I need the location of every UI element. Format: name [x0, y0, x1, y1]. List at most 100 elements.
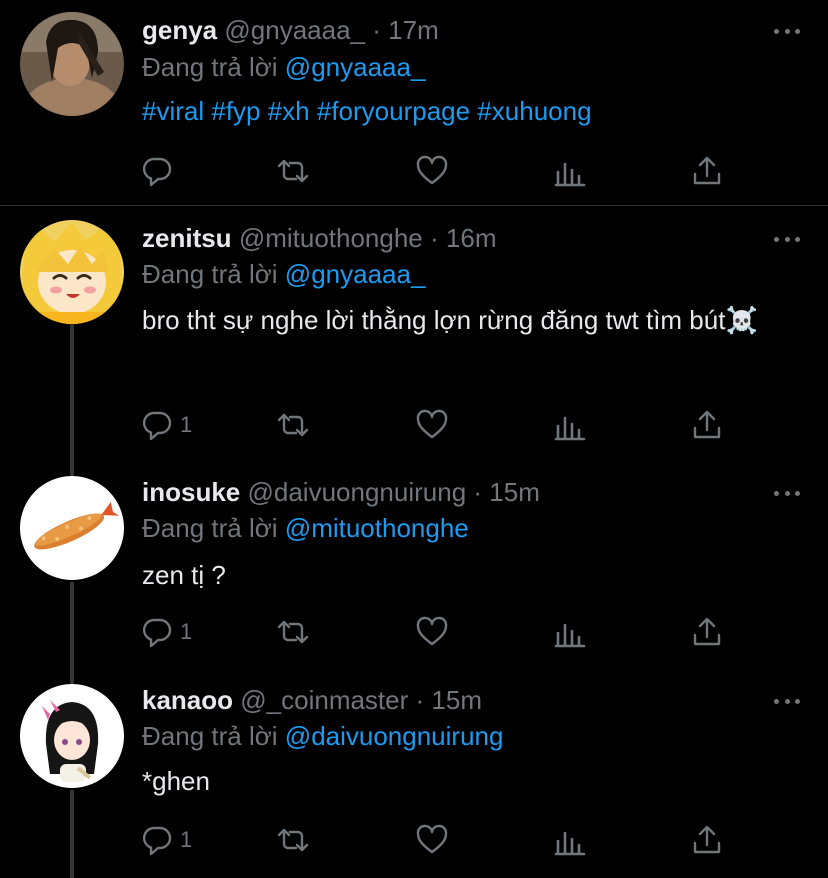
thread-line — [70, 582, 74, 686]
action-bar: 1 — [140, 822, 740, 858]
share-button[interactable] — [690, 153, 724, 189]
tweet-header: inosuke @daivuongnuirung · 15m — [142, 476, 540, 508]
reply-count: 1 — [180, 412, 193, 437]
action-bar: 1 — [140, 407, 740, 443]
share-icon — [690, 615, 724, 649]
reply-button[interactable] — [140, 153, 180, 189]
analytics-button[interactable] — [553, 153, 587, 189]
replying-prefix: Đang trả lời — [142, 721, 278, 751]
thread-line — [70, 674, 74, 684]
mention-link[interactable]: @gnyaaaa_ — [285, 259, 426, 289]
retweet-icon — [276, 615, 310, 649]
tweet-text[interactable]: bro tht sự nghe lời thằng lợn rừng đăng … — [142, 298, 782, 342]
reply-icon — [140, 154, 174, 188]
reply-icon — [140, 823, 174, 857]
avatar[interactable] — [20, 220, 124, 324]
analytics-button[interactable] — [553, 614, 587, 650]
tweet[interactable]: inosuke @daivuongnuirung · 15m Đang trả … — [0, 464, 828, 686]
replying-prefix: Đang trả lời — [142, 513, 278, 543]
replying-to: Đang trả lời @daivuongnuirung — [142, 720, 503, 752]
analytics-icon — [553, 408, 587, 442]
handle[interactable]: @daivuongnuirung — [247, 477, 466, 507]
handle[interactable]: @mituothonghe — [239, 223, 423, 253]
tweet[interactable]: zenitsu @mituothonghe · 16m Đang trả lời… — [0, 206, 828, 476]
replying-to: Đang trả lời @mituothonghe — [142, 512, 469, 544]
reply-count: 1 — [180, 619, 193, 644]
display-name[interactable]: inosuke — [142, 477, 240, 507]
share-button[interactable] — [690, 407, 724, 443]
display-name[interactable]: zenitsu — [142, 223, 232, 253]
separator: · — [430, 223, 439, 253]
share-button[interactable] — [690, 822, 724, 858]
timestamp[interactable]: 17m — [388, 15, 439, 45]
replying-to: Đang trả lời @gnyaaaa_ — [142, 258, 425, 290]
like-button[interactable] — [415, 822, 449, 858]
handle[interactable]: @_coinmaster — [240, 685, 408, 715]
like-button[interactable] — [415, 614, 449, 650]
share-icon — [690, 408, 724, 442]
analytics-button[interactable] — [553, 407, 587, 443]
tweet-header: zenitsu @mituothonghe · 16m — [142, 222, 497, 254]
more-icon[interactable] — [774, 234, 800, 244]
tweet-text[interactable]: #viral #fyp #xh #foryourpage #xuhuong — [142, 89, 782, 133]
retweet-icon — [276, 408, 310, 442]
more-icon[interactable] — [774, 488, 800, 498]
reply-icon — [140, 615, 174, 649]
more-icon[interactable] — [774, 696, 800, 706]
replying-prefix: Đang trả lời — [142, 52, 278, 82]
avatar[interactable] — [20, 476, 124, 580]
analytics-icon — [553, 615, 587, 649]
reply-button[interactable]: 1 — [140, 407, 192, 443]
replying-prefix: Đang trả lời — [142, 259, 278, 289]
thread-line — [70, 324, 74, 476]
avatar[interactable] — [20, 684, 124, 788]
tweet-text[interactable]: zen tị ? — [142, 553, 782, 597]
tweet[interactable]: kanaoo @_coinmaster · 15m Đang trả lời @… — [0, 674, 828, 878]
retweet-icon — [276, 154, 310, 188]
action-bar: 1 — [140, 614, 740, 650]
tweet-header: genya @gnyaaaa_ · 17m — [142, 14, 439, 46]
timestamp[interactable]: 15m — [431, 685, 482, 715]
like-icon — [415, 823, 449, 857]
reply-count: 1 — [180, 827, 193, 852]
mention-link[interactable]: @daivuongnuirung — [285, 721, 504, 751]
timestamp[interactable]: 15m — [489, 477, 540, 507]
separator: · — [372, 15, 381, 45]
tweet-header: kanaoo @_coinmaster · 15m — [142, 684, 482, 716]
retweet-icon — [276, 823, 310, 857]
analytics-icon — [553, 823, 587, 857]
share-icon — [690, 823, 724, 857]
reply-button[interactable]: 1 — [140, 822, 192, 858]
timestamp[interactable]: 16m — [446, 223, 497, 253]
mention-link[interactable]: @mituothonghe — [285, 513, 469, 543]
action-bar — [140, 153, 740, 189]
separator: · — [415, 685, 425, 715]
mention-link[interactable]: @gnyaaaa_ — [285, 52, 426, 82]
replying-to: Đang trả lời @gnyaaaa_ — [142, 51, 425, 83]
like-button[interactable] — [415, 153, 449, 189]
retweet-button[interactable] — [276, 153, 310, 189]
display-name[interactable]: kanaoo — [142, 685, 233, 715]
like-icon — [415, 615, 449, 649]
retweet-button[interactable] — [276, 407, 310, 443]
tweet[interactable]: genya @gnyaaaa_ · 17m Đang trả lời @gnya… — [0, 0, 828, 205]
analytics-icon — [553, 154, 587, 188]
retweet-button[interactable] — [276, 822, 310, 858]
separator: · — [473, 477, 483, 507]
share-icon — [690, 154, 724, 188]
like-button[interactable] — [415, 407, 449, 443]
reply-button[interactable]: 1 — [140, 614, 192, 650]
thread-line — [70, 790, 74, 878]
avatar[interactable] — [20, 12, 124, 116]
analytics-button[interactable] — [553, 822, 587, 858]
more-icon[interactable] — [774, 26, 800, 36]
share-button[interactable] — [690, 614, 724, 650]
retweet-button[interactable] — [276, 614, 310, 650]
display-name[interactable]: genya — [142, 15, 217, 45]
tweet-text[interactable]: *ghen — [142, 759, 782, 803]
like-icon — [415, 154, 449, 188]
like-icon — [415, 408, 449, 442]
reply-icon — [140, 408, 174, 442]
handle[interactable]: @gnyaaaa_ — [224, 15, 365, 45]
thread-line — [70, 464, 74, 476]
